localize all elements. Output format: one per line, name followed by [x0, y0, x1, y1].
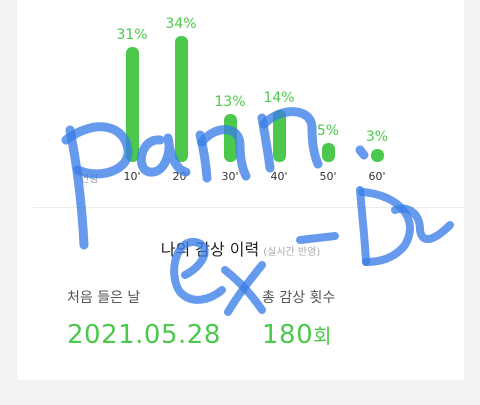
age-percent-label: 3% [365, 129, 389, 145]
age-percent-label: 5% [316, 123, 340, 140]
total-count-value: 180회 [262, 320, 332, 350]
age-tick-label: 10' [123, 170, 141, 183]
total-count-number: 180 [262, 320, 314, 350]
age-percent-label: 13% [214, 93, 246, 110]
age-bar [224, 113, 237, 162]
age-percent-label: 34% [165, 16, 197, 32]
section-divider [33, 207, 464, 208]
listening-history-title: 나의 감상 이력 (실시간 반영) [17, 236, 464, 260]
total-count-unit: 회 [313, 324, 333, 348]
history-subtitle: (실시간 반영) [263, 247, 321, 258]
age-percent-label: 14% [263, 90, 295, 107]
age-tick-label: 50' [319, 170, 337, 183]
age-bar [322, 143, 335, 162]
age-distribution-chart: 연령 31% 10' 34% 20' 13% 30' 14% 40' 5% 50' 3% 60' [17, 0, 464, 200]
age-tick-label: 20' [172, 170, 190, 183]
history-title-text: 나의 감상 이력 [160, 240, 260, 259]
age-percent-label: 31% [116, 27, 148, 44]
age-bar [126, 47, 139, 162]
stats-card: 연령 31% 10' 34% 20' 13% 30' 14% 40' 5% 50' 3% 60' 나의… [17, 0, 464, 380]
total-count-label: 총 감상 횟수 [262, 290, 336, 306]
age-tick-label: 60' [368, 170, 386, 183]
first-listen-label: 처음 들은 날 [67, 290, 141, 306]
age-tick-label: 40' [270, 170, 288, 183]
age-bar [371, 149, 384, 162]
age-axis-label: 연령 [80, 174, 99, 185]
first-listen-date: 2021.05.28 [67, 320, 221, 350]
age-bar [175, 36, 188, 162]
age-bar [273, 110, 286, 162]
age-tick-label: 30' [221, 170, 239, 183]
